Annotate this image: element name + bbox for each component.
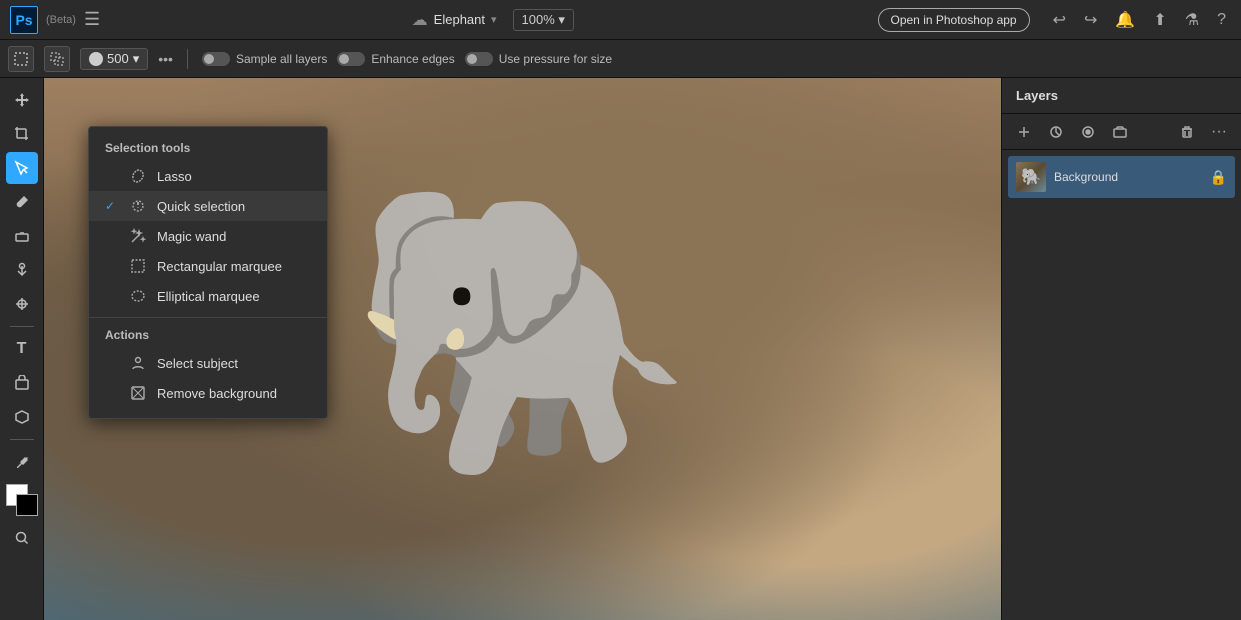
select-subject-item[interactable]: Select subject [89, 348, 327, 378]
lasso-icon [129, 167, 147, 185]
background-layer-row[interactable]: 🐘 Background 🔒 [1008, 156, 1235, 198]
more-layer-options-button[interactable]: ··· [1205, 118, 1233, 146]
brush-tool[interactable] [6, 186, 38, 218]
enhance-edges-label: Enhance edges [371, 52, 454, 66]
use-pressure-label: Use pressure for size [499, 52, 612, 66]
doc-info: ☁ Elephant ▾ 100% ▾ [412, 9, 574, 31]
healing-tool[interactable] [6, 288, 38, 320]
magic-wand-item[interactable]: Magic wand [89, 221, 327, 251]
use-pressure-toggle[interactable]: Use pressure for size [465, 52, 612, 66]
quick-selection-icon [129, 197, 147, 215]
zoom-tool[interactable] [6, 522, 38, 554]
lasso-label: Lasso [157, 169, 192, 184]
open-in-photoshop-button[interactable]: Open in Photoshop app [878, 8, 1030, 32]
topbar: Ps (Beta) ☰ ☁ Elephant ▾ 100% ▾ Open in … [0, 0, 1241, 40]
more-options-button[interactable]: ••• [158, 51, 173, 67]
move-tool[interactable] [6, 84, 38, 116]
plugins-icon[interactable]: ⚗ [1180, 10, 1204, 30]
group-button[interactable] [1106, 118, 1134, 146]
layer-thumbnail: 🐘 [1016, 162, 1046, 192]
crop-tool[interactable] [6, 118, 38, 150]
remove-background-item[interactable]: Remove background [89, 378, 327, 408]
help-icon[interactable]: ? [1212, 11, 1231, 29]
ps-logo: Ps [10, 6, 38, 34]
color-swatch[interactable] [6, 484, 38, 516]
doc-chevron-icon[interactable]: ▾ [491, 13, 497, 26]
magic-wand-label: Magic wand [157, 229, 226, 244]
magic-wand-icon [129, 227, 147, 245]
toolbar-divider [10, 326, 34, 327]
background-color[interactable] [16, 494, 38, 516]
use-pressure-switch[interactable] [465, 52, 493, 66]
layers-panel: Layers ··· 🐘 [1001, 78, 1241, 620]
rectangular-marquee-label: Rectangular marquee [157, 259, 282, 274]
quick-selection-label: Quick selection [157, 199, 245, 214]
brush-preview [89, 52, 103, 66]
layers-panel-header: Layers [1002, 78, 1241, 114]
sample-all-layers-switch[interactable] [202, 52, 230, 66]
add-layer-button[interactable] [1010, 118, 1038, 146]
notifications-icon[interactable]: 🔔 [1110, 10, 1140, 30]
canvas-area[interactable]: Selection tools Lasso ✓ Quick selection [44, 78, 1001, 620]
brush-size-chevron: ▾ [133, 51, 140, 67]
divider [187, 49, 188, 69]
new-selection-button[interactable] [8, 46, 34, 72]
layers-toolbar: ··· [1002, 114, 1241, 150]
type-tool[interactable]: T [6, 333, 38, 365]
layer-name: Background [1054, 170, 1202, 184]
adjustment-layer-button[interactable] [1042, 118, 1070, 146]
selection-tool[interactable] [6, 152, 38, 184]
elliptical-marquee-icon [129, 287, 147, 305]
sample-all-layers-toggle[interactable]: Sample all layers [202, 52, 327, 66]
enhance-edges-toggle[interactable]: Enhance edges [337, 52, 454, 66]
brush-size-control[interactable]: 500 ▾ [80, 48, 148, 70]
redo-button[interactable]: ↪ [1079, 10, 1102, 30]
beta-tag: (Beta) [46, 14, 76, 26]
brush-size-value: 500 [107, 51, 129, 66]
layers-list: 🐘 Background 🔒 [1002, 150, 1241, 204]
toolbar: T [0, 78, 44, 620]
select-subject-label: Select subject [157, 356, 238, 371]
smart-object-tool[interactable] [6, 401, 38, 433]
mask-button[interactable] [1074, 118, 1102, 146]
rectangular-marquee-item[interactable]: Rectangular marquee [89, 251, 327, 281]
rectangular-marquee-icon [129, 257, 147, 275]
quick-selection-check: ✓ [105, 199, 119, 213]
cloud-icon: ☁ [412, 10, 428, 30]
share-icon[interactable]: ⬆ [1148, 10, 1171, 30]
remove-background-icon [129, 384, 147, 402]
main-area: T Selection tools [0, 78, 1241, 620]
remove-background-label: Remove background [157, 386, 277, 401]
shape-tool[interactable] [6, 367, 38, 399]
elliptical-marquee-label: Elliptical marquee [157, 289, 260, 304]
dropdown-divider [89, 317, 327, 318]
layer-lock-icon[interactable]: 🔒 [1210, 169, 1227, 186]
zoom-level[interactable]: 100% ▾ [513, 9, 574, 31]
add-to-selection-button[interactable] [44, 46, 70, 72]
selection-tools-header: Selection tools [89, 137, 327, 161]
undo-button[interactable]: ↩ [1048, 10, 1071, 30]
elliptical-marquee-item[interactable]: Elliptical marquee [89, 281, 327, 311]
eyedropper-tool[interactable] [6, 446, 38, 478]
selection-tools-dropdown: Selection tools Lasso ✓ Quick selection [88, 126, 328, 419]
enhance-edges-switch[interactable] [337, 52, 365, 66]
ps-logo-icon: Ps [10, 6, 38, 34]
delete-layer-button[interactable] [1173, 118, 1201, 146]
options-bar: 500 ▾ ••• Sample all layers Enhance edge… [0, 40, 1241, 78]
toolbar-divider-2 [10, 439, 34, 440]
select-subject-icon [129, 354, 147, 372]
lasso-tool-item[interactable]: Lasso [89, 161, 327, 191]
doc-name: Elephant [434, 12, 485, 27]
actions-header: Actions [89, 324, 327, 348]
hamburger-menu[interactable]: ☰ [84, 9, 100, 30]
eraser-tool[interactable] [6, 220, 38, 252]
clone-tool[interactable] [6, 254, 38, 286]
layers-title: Layers [1016, 88, 1227, 103]
sample-all-layers-label: Sample all layers [236, 52, 327, 66]
quick-selection-item[interactable]: ✓ Quick selection [89, 191, 327, 221]
